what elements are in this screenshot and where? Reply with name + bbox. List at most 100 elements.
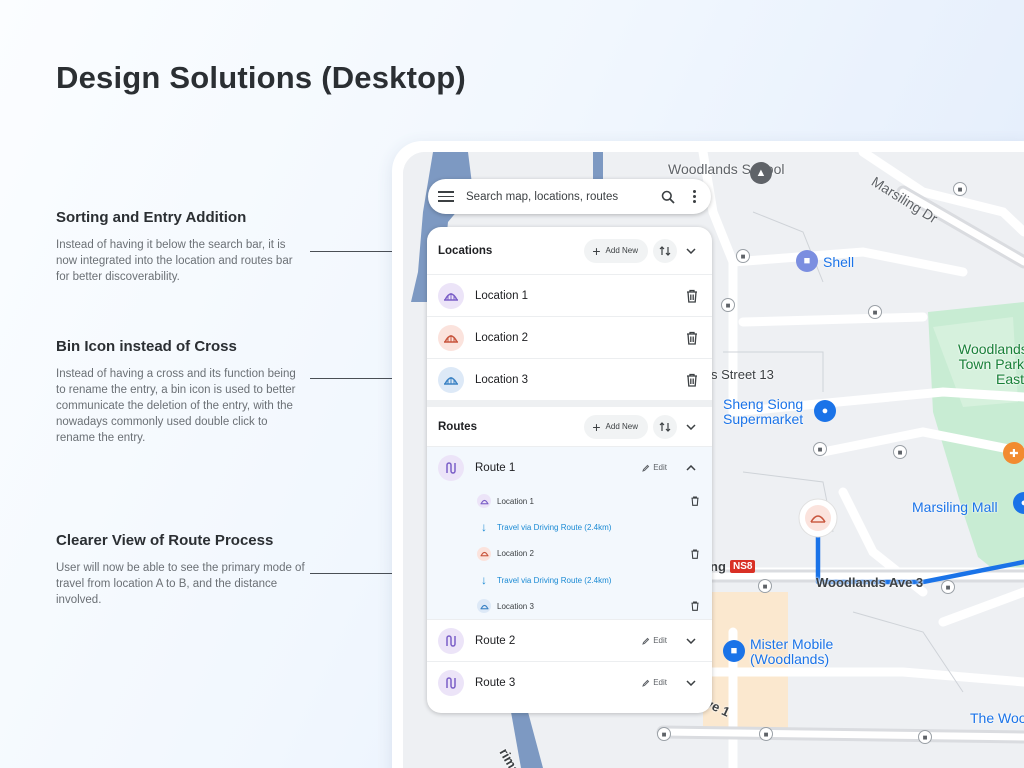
annotation-title: Bin Icon instead of Cross <box>56 338 237 355</box>
bus-stop-icon[interactable]: ■ <box>868 305 882 319</box>
bus-stop-icon[interactable]: ■ <box>893 445 907 459</box>
add-location-label: Add New <box>605 246 638 255</box>
shopping-cart-icon[interactable]: ● <box>814 400 836 422</box>
bin-icon[interactable] <box>690 496 700 506</box>
map-label-marsiling-mall: Marsiling Mall <box>912 499 998 515</box>
location-icon <box>477 494 491 509</box>
map-label-station: ng <box>710 559 726 574</box>
bus-stop-icon[interactable]: ■ <box>657 727 671 741</box>
sort-icon <box>659 245 671 256</box>
add-location-button[interactable]: + Add New <box>584 238 648 263</box>
location-label: Location 1 <box>475 289 529 302</box>
location-label: Location 2 <box>475 331 529 344</box>
route-step-location[interactable]: Location 2 <box>427 541 712 567</box>
menu-icon[interactable] <box>438 191 454 202</box>
bin-icon[interactable] <box>685 373 699 387</box>
location-icon <box>438 282 464 309</box>
location-label: Location 3 <box>475 373 529 386</box>
annotation-body: User will now be able to see the primary… <box>56 562 305 606</box>
map-label-woodlands-ave-3: Woodlands Ave 3 <box>816 575 924 590</box>
travel-mode-label: Travel via Driving Route (2.4km) <box>497 522 612 532</box>
route-label: Route 3 <box>475 676 516 689</box>
route-step-label: Location 3 <box>497 601 534 611</box>
lock-icon[interactable]: ■ <box>723 640 745 662</box>
route-label: Route 1 <box>475 461 516 474</box>
locations-routes-panel: Locations + Add New Location 1 Location … <box>427 227 712 713</box>
route-icon <box>438 454 464 481</box>
bus-stop-icon[interactable]: ■ <box>953 182 967 196</box>
map-label-woodlands-town-park: Woodlands Town Park East <box>958 341 1024 387</box>
search-input[interactable]: Search map, locations, routes <box>466 191 657 203</box>
bus-stop-icon[interactable]: ■ <box>758 579 772 593</box>
map-label-shell: Shell <box>823 254 855 270</box>
location-icon <box>477 546 491 561</box>
route-icon <box>438 669 464 696</box>
route-row[interactable]: Route 1 Edit <box>427 447 712 488</box>
arrow-down-icon: ↓ <box>481 573 487 588</box>
more-vert-icon[interactable] <box>687 190 701 203</box>
annotation-body: Instead of having a cross and its functi… <box>56 368 296 444</box>
edit-route-button[interactable]: Edit <box>642 636 667 645</box>
location-row[interactable]: Location 1 <box>427 274 712 316</box>
map-label-street-13: s Street 13 <box>711 367 774 382</box>
bin-icon[interactable] <box>685 289 699 303</box>
route-step-location[interactable]: Location 1 <box>427 488 712 514</box>
chevron-down-icon[interactable] <box>681 673 701 693</box>
bus-stop-icon[interactable]: ■ <box>941 580 955 594</box>
edit-label: Edit <box>653 678 667 688</box>
annotation-title: Clearer View of Route Process <box>56 532 274 549</box>
map-search-bar[interactable]: Search map, locations, routes <box>428 179 711 214</box>
pencil-icon <box>642 679 650 687</box>
travel-mode-label: Travel via Driving Route (2.4km) <box>497 575 612 585</box>
route-step-travel: ↓ Travel via Driving Route (2.4km) <box>427 514 712 540</box>
route-row[interactable]: Route 3 Edit <box>427 661 712 703</box>
add-route-label: Add New <box>605 422 638 431</box>
school-icon[interactable]: ▲ <box>750 162 772 184</box>
route-step-travel: ↓ Travel via Driving Route (2.4km) <box>427 567 712 593</box>
locations-header: Locations + Add New <box>427 227 712 274</box>
bus-stop-icon[interactable]: ■ <box>813 442 827 456</box>
location-row[interactable]: Location 2 <box>427 316 712 358</box>
sort-locations-button[interactable] <box>653 238 677 263</box>
route-icon <box>438 627 464 654</box>
location-icon <box>438 366 464 393</box>
bin-icon[interactable] <box>685 331 699 345</box>
bus-stop-icon[interactable]: ■ <box>736 249 750 263</box>
edit-route-button[interactable]: Edit <box>642 463 667 472</box>
location-icon <box>438 324 464 351</box>
pencil-icon <box>642 637 650 645</box>
restaurant-icon[interactable]: ✚ <box>1003 442 1024 464</box>
route-step-label: Location 2 <box>497 549 534 559</box>
bus-stop-icon[interactable]: ■ <box>721 298 735 312</box>
mrt-badge: NS8 <box>730 560 756 573</box>
bin-icon[interactable] <box>690 601 700 612</box>
edit-label: Edit <box>653 636 667 646</box>
edit-label: Edit <box>653 463 667 472</box>
chevron-down-icon[interactable] <box>681 417 701 437</box>
annotation-title: Sorting and Entry Addition <box>56 209 247 226</box>
bus-stop-icon[interactable]: ■ <box>759 727 773 741</box>
chevron-down-icon[interactable] <box>681 241 701 261</box>
fuel-icon[interactable]: ■ <box>796 250 818 272</box>
route-row[interactable]: Route 2 Edit <box>427 619 712 661</box>
search-icon[interactable] <box>657 186 679 208</box>
annotation-sorting: Sorting and Entry Addition Instead of ha… <box>56 209 306 285</box>
page-title: Design Solutions (Desktop) <box>56 60 466 95</box>
routes-title: Routes <box>438 420 477 433</box>
route-step-location[interactable]: Location 3 <box>427 593 712 619</box>
edit-route-button[interactable]: Edit <box>642 678 667 687</box>
sort-routes-button[interactable] <box>653 414 677 439</box>
chevron-down-icon[interactable] <box>681 631 701 651</box>
arrow-down-icon: ↓ <box>481 520 487 535</box>
bin-icon[interactable] <box>690 549 700 559</box>
sort-icon <box>659 421 671 432</box>
map-label-mister-mobile: Mister Mobile (Woodlands) <box>750 636 834 667</box>
plus-icon: + <box>592 418 601 435</box>
add-route-button[interactable]: + Add New <box>584 414 648 439</box>
bus-stop-icon[interactable]: ■ <box>918 730 932 744</box>
chevron-up-icon[interactable] <box>681 458 701 478</box>
map-label-sheng-siong: Sheng Siong Supermarket <box>723 396 804 427</box>
route-expanded: Route 1 Edit Location 1 ↓ Travel via Dri… <box>427 446 712 620</box>
location-row[interactable]: Location 3 <box>427 358 712 400</box>
section-divider <box>427 400 712 407</box>
